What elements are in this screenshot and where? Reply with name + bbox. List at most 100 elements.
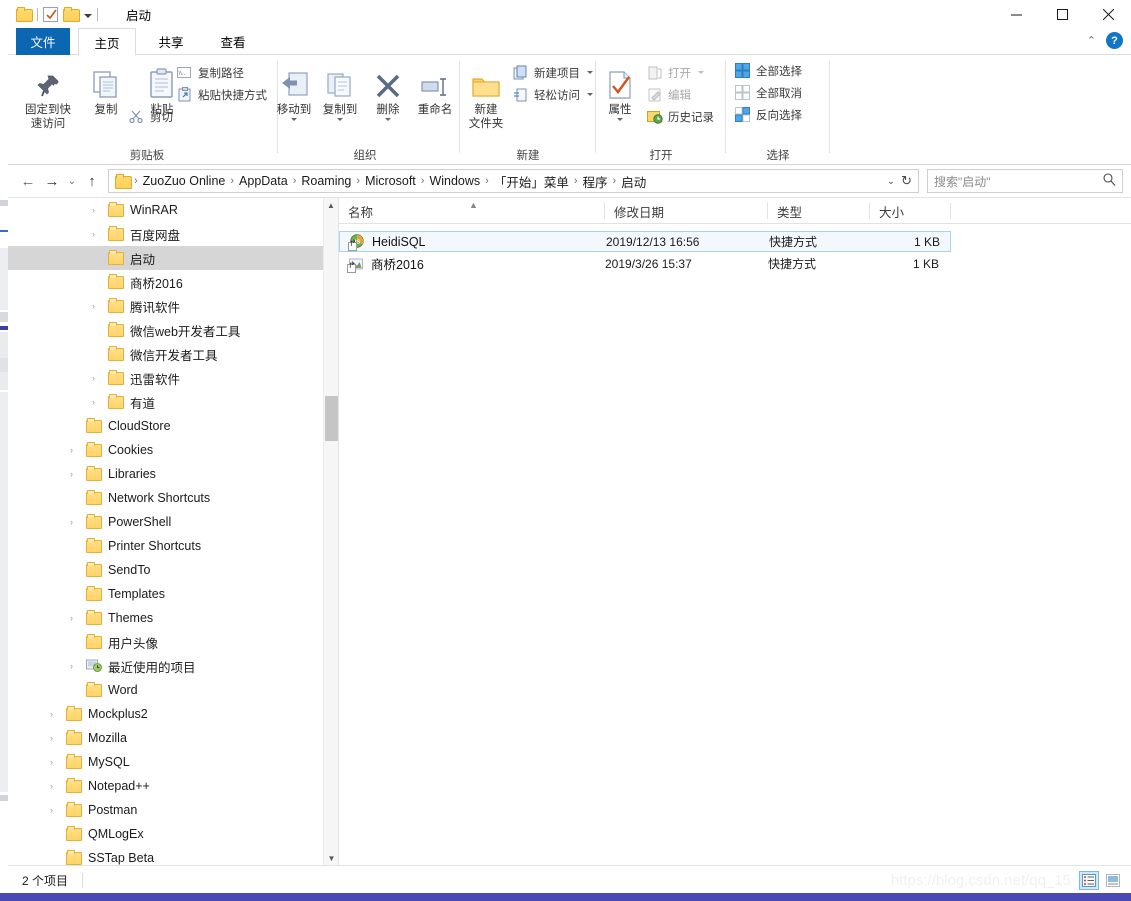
delete-caret-icon[interactable] [385,118,391,121]
breadcrumb-item-7[interactable]: 启动 [616,172,651,191]
sidebar-item-5[interactable]: 微信web开发者工具 [8,318,338,342]
easy-access-button[interactable]: 轻松访问 [512,85,593,104]
chevron-right-icon[interactable]: › [92,373,95,383]
breadcrumb[interactable]: › ZuoZuo Online › AppData › Roaming › Mi… [108,169,919,193]
sidebar-item-20[interactable]: Word [8,678,338,702]
open-button[interactable]: 打开 [646,63,704,82]
sidebar-item-25[interactable]: › Postman [8,798,338,822]
chevron-right-icon[interactable]: › [50,709,53,719]
breadcrumb-item-6[interactable]: 程序 [578,172,613,191]
breadcrumb-folder-icon[interactable] [115,174,132,189]
table-row[interactable]: HS HeidiSQL 2019/12/13 16:56 快捷方式 1 KB [339,231,951,252]
sidebar-item-0[interactable]: › WinRAR [8,198,338,222]
breadcrumb-item-3[interactable]: Microsoft [360,174,421,188]
copy-to-button[interactable]: 复制到 [316,60,364,121]
search-icon[interactable] [1103,173,1116,189]
chevron-right-icon[interactable]: › [50,733,53,743]
collapse-ribbon-icon[interactable]: ⌃ [1087,34,1096,47]
sidebar-item-3[interactable]: 商桥2016 [8,270,338,294]
new-folder-button[interactable]: 新建 文件夹 [460,60,512,131]
address-dropdown-icon[interactable]: ⌄ [887,176,895,187]
new-item-button[interactable]: 新建项目 [512,63,593,82]
open-caret-icon[interactable] [698,71,704,74]
breadcrumb-item-2[interactable]: Roaming [296,174,356,188]
sidebar-item-14[interactable]: Printer Shortcuts [8,534,338,558]
breadcrumb-item-5[interactable]: 「开始」菜单 [489,172,574,191]
pin-to-quick-access-button[interactable]: 固定到快 速访问 [20,60,76,131]
sidebar-item-22[interactable]: › Mozilla [8,726,338,750]
copy-button[interactable]: 复制 [78,60,134,117]
column-header-date[interactable]: 修改日期 [605,198,768,224]
paste-shortcut-button[interactable]: 粘贴快捷方式 [176,85,267,104]
details-view-icon[interactable] [1079,871,1099,890]
sidebar-item-18[interactable]: 用户头像 [8,630,338,654]
copy-path-button[interactable]: \\.. 复制路径 [176,63,244,82]
column-header-name[interactable]: 名称 ▲ [339,198,605,224]
file-name-cell[interactable]: HS HeidiSQL [348,233,426,251]
chevron-right-icon[interactable]: › [92,301,95,311]
move-to-button[interactable]: 移动到 [270,60,318,121]
forward-button[interactable]: → [40,169,64,193]
breadcrumb-item-0[interactable]: ZuoZuo Online [138,174,231,188]
chevron-right-icon[interactable]: › [70,517,73,527]
sidebar-item-13[interactable]: › PowerShell [8,510,338,534]
sidebar-item-8[interactable]: › 有道 [8,390,338,414]
chevron-right-icon[interactable]: › [92,205,95,215]
help-icon[interactable]: ? [1106,32,1123,49]
nav-scrollbar[interactable]: ▲ ▼ [323,198,338,865]
chevron-right-icon[interactable]: › [50,757,53,767]
sidebar-item-21[interactable]: › Mockplus2 [8,702,338,726]
sidebar-item-1[interactable]: › 百度网盘 [8,222,338,246]
chevron-right-icon[interactable]: › [70,445,73,455]
tab-home[interactable]: 主页 [78,28,136,56]
select-none-button[interactable]: 全部取消 [734,83,802,102]
folder-icon[interactable] [16,7,33,22]
edit-button[interactable]: 编辑 [646,85,691,104]
new-item-caret-icon[interactable] [587,71,593,74]
scroll-up-arrow-icon[interactable]: ▲ [324,198,338,213]
close-button[interactable] [1085,0,1131,28]
sidebar-item-19[interactable]: › 最近使用的项目 [8,654,338,678]
sidebar-item-9[interactable]: CloudStore [8,414,338,438]
chevron-down-icon[interactable] [84,13,92,18]
sidebar-item-10[interactable]: › Cookies [8,438,338,462]
chevron-right-icon[interactable]: › [92,229,95,239]
tab-share[interactable]: 共享 [142,28,200,55]
search-input[interactable]: 搜索"启动" [934,173,1103,190]
sidebar-item-4[interactable]: › 腾讯软件 [8,294,338,318]
sidebar-item-23[interactable]: › MySQL [8,750,338,774]
scroll-down-arrow-icon[interactable]: ▼ [324,851,338,865]
chevron-right-icon[interactable]: › [70,469,73,479]
minimize-button[interactable] [993,0,1039,28]
sidebar-item-12[interactable]: Network Shortcuts [8,486,338,510]
sidebar-item-26[interactable]: QMLogEx [8,822,338,846]
up-button[interactable]: ↑ [80,169,104,193]
nav-scroll-thumb[interactable] [325,396,338,441]
breadcrumb-item-1[interactable]: AppData [234,174,293,188]
chevron-right-icon[interactable]: › [50,805,53,815]
column-divider-4[interactable] [950,203,951,219]
chevron-right-icon[interactable]: › [70,661,73,671]
properties-button[interactable]: 属性 [596,60,644,121]
tab-view[interactable]: 查看 [204,28,262,55]
sidebar-item-24[interactable]: › Notepad++ [8,774,338,798]
sidebar-item-16[interactable]: Templates [8,582,338,606]
column-header-size[interactable]: 大小 [870,198,951,224]
sidebar-item-17[interactable]: › Themes [8,606,338,630]
sidebar-item-27[interactable]: SSTap Beta [8,846,338,865]
chevron-right-icon[interactable]: › [70,613,73,623]
easy-access-caret-icon[interactable] [587,93,593,96]
sidebar-item-11[interactable]: › Libraries [8,462,338,486]
move-to-caret-icon[interactable] [291,118,297,121]
column-header-type[interactable]: 类型 [768,198,870,224]
tab-file[interactable]: 文件 [16,28,70,55]
sidebar-item-15[interactable]: SendTo [8,558,338,582]
history-button[interactable]: 历史记录 [646,107,714,126]
cut-button[interactable]: 剪切 [128,107,173,126]
sidebar-item-6[interactable]: 微信开发者工具 [8,342,338,366]
search-box[interactable]: 搜索"启动" [927,169,1123,193]
select-all-button[interactable]: 全部选择 [734,61,802,80]
refresh-icon[interactable]: ↻ [901,173,912,189]
back-button[interactable]: ← [16,169,40,193]
recent-locations-button[interactable]: ⌄ [64,169,80,193]
